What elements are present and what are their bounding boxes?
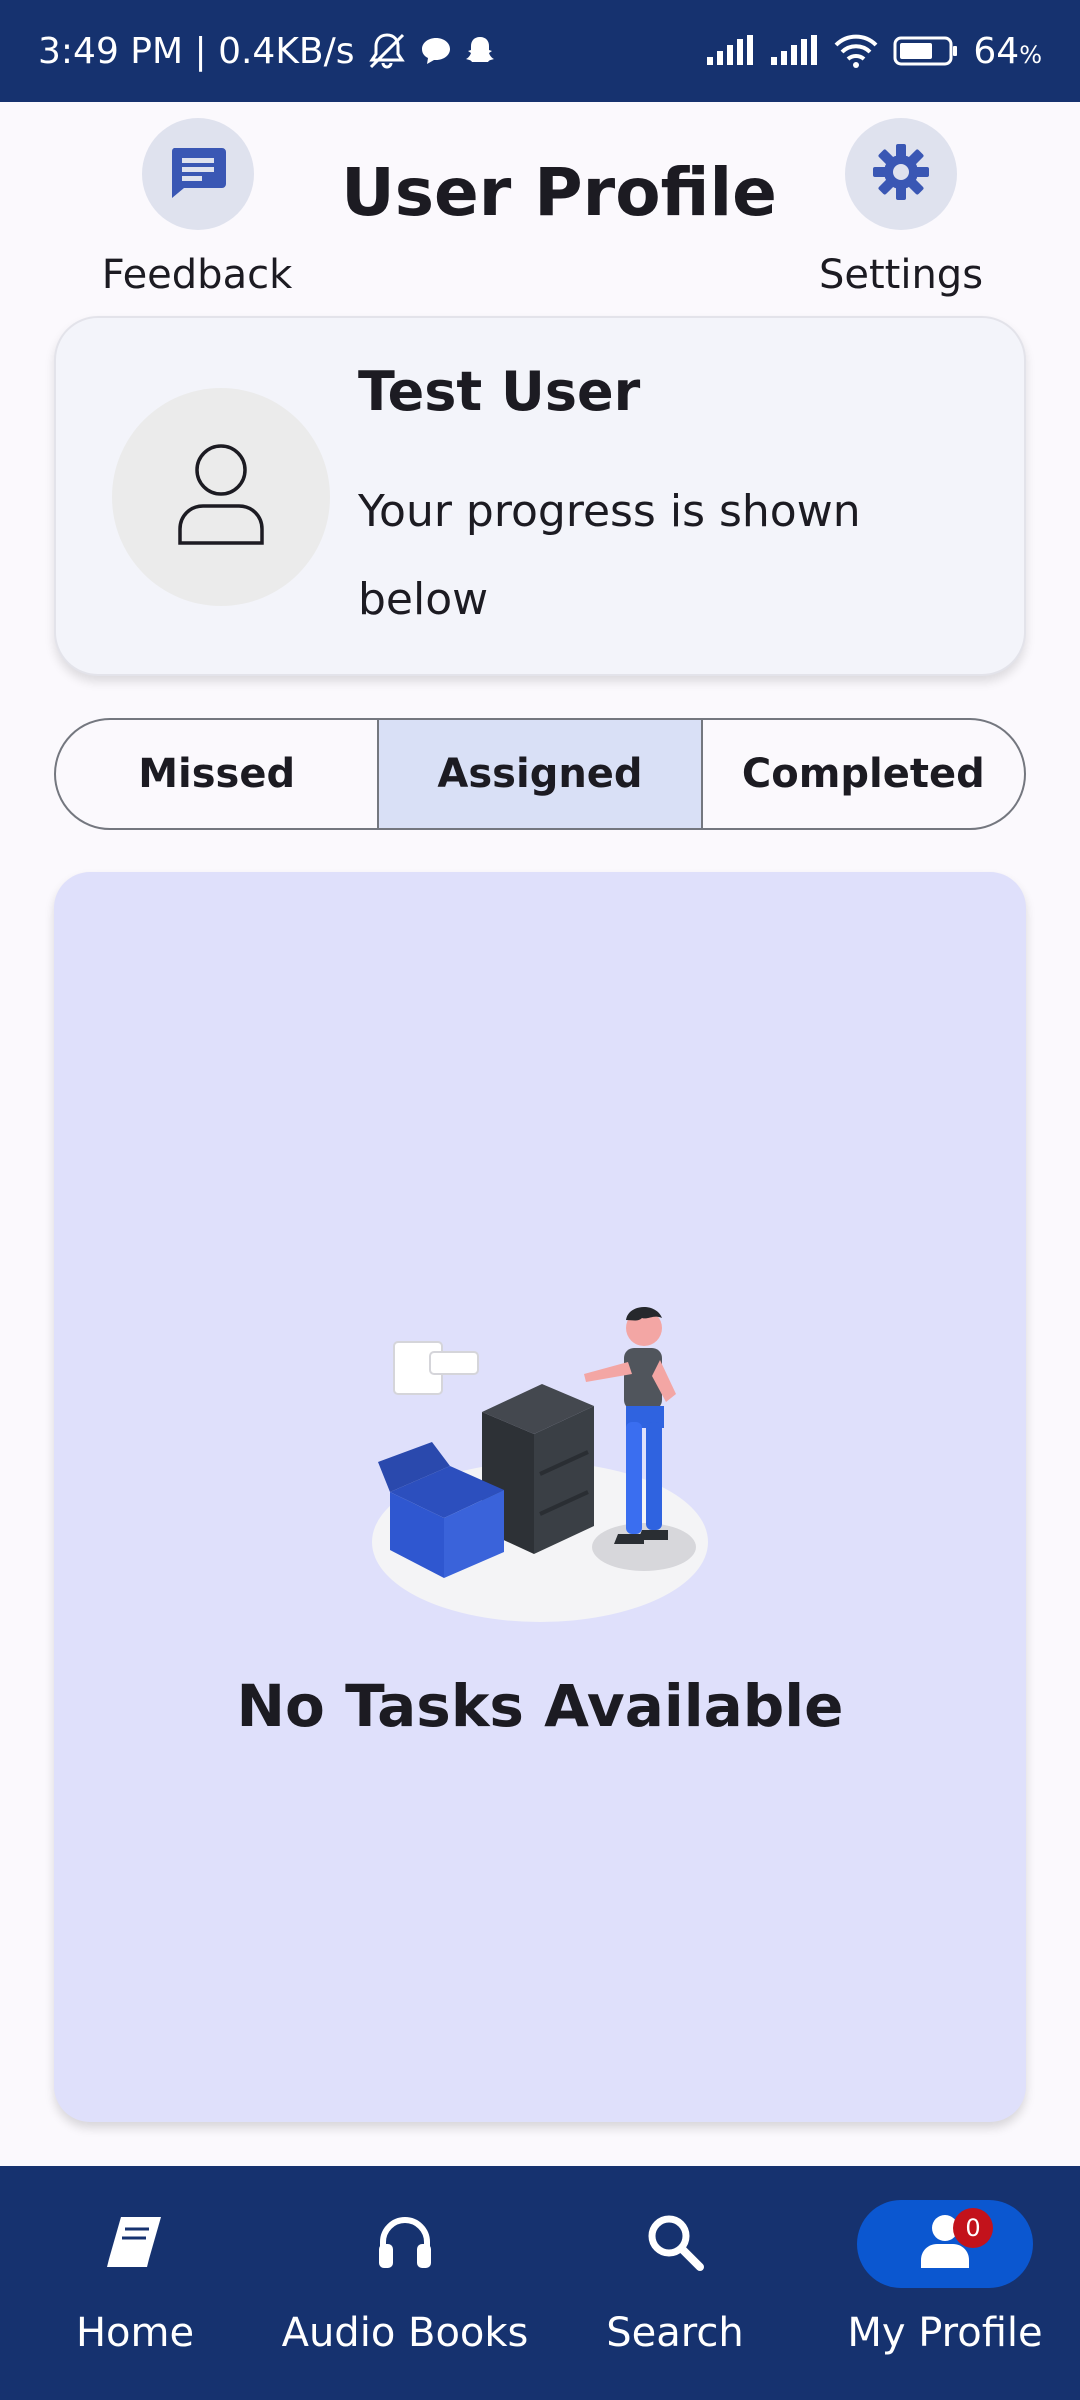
notification-badge: 0	[953, 2208, 993, 2248]
header: Feedback User Profile Settings	[0, 102, 1080, 312]
bottom-navigation: Home Audio Books Search 0 My Profile	[0, 2166, 1080, 2400]
settings-button[interactable]	[845, 118, 957, 230]
settings-label[interactable]: Settings	[771, 252, 1031, 298]
nav-audio-books-label[interactable]: Audio Books	[282, 2310, 529, 2356]
nav-search-icon-container[interactable]	[587, 2200, 763, 2288]
status-bar: 3:49 PM | 0.4KB/s 64%	[0, 0, 1080, 102]
status-time: 3:49 PM | 0.4KB/s	[38, 30, 355, 72]
nav-audio-books[interactable]: Audio Books	[270, 2166, 540, 2400]
nav-home-label[interactable]: Home	[76, 2310, 194, 2356]
battery-unit: %	[1019, 40, 1042, 69]
task-filter-tabs: Missed Assigned Completed	[54, 718, 1026, 830]
empty-state-illustration	[372, 1306, 708, 1622]
search-icon	[645, 2212, 705, 2276]
nav-my-profile-icon-container[interactable]: 0	[857, 2200, 1033, 2288]
tasks-panel: No Tasks Available	[54, 872, 1026, 2122]
progress-subtitle: Your progress is shown below	[358, 486, 861, 625]
status-left: 3:49 PM | 0.4KB/s	[38, 31, 497, 72]
user-outline-icon	[176, 443, 266, 551]
gear-icon	[871, 142, 931, 206]
nav-my-profile-label[interactable]: My Profile	[847, 2310, 1042, 2356]
nav-search-label[interactable]: Search	[606, 2310, 743, 2356]
wifi-icon	[833, 33, 879, 69]
battery-icon	[893, 34, 959, 68]
battery-level: 64%	[973, 31, 1042, 72]
signal-icon	[769, 35, 819, 67]
chat-bubble-icon	[419, 35, 453, 67]
profile-card: Test User Your progress is shown below	[54, 316, 1026, 676]
nav-home[interactable]: Home	[0, 2166, 270, 2400]
nav-my-profile[interactable]: 0 My Profile	[810, 2166, 1080, 2400]
nav-home-icon-container[interactable]	[47, 2200, 223, 2288]
empty-state-message: No Tasks Available	[236, 1672, 844, 1740]
nav-search[interactable]: Search	[540, 2166, 810, 2400]
avatar	[112, 388, 330, 606]
feedback-label[interactable]: Feedback	[67, 252, 327, 298]
tab-completed[interactable]: Completed	[700, 720, 1024, 828]
headphones-icon	[377, 2214, 433, 2274]
signal-icon	[705, 35, 755, 67]
tab-missed[interactable]: Missed	[56, 720, 377, 828]
battery-percent: 64	[973, 30, 1020, 72]
snapchat-icon	[463, 34, 497, 68]
user-name: Test User	[358, 360, 641, 423]
status-right: 64%	[705, 31, 1042, 72]
book-icon	[103, 2213, 167, 2275]
mute-bell-icon	[365, 31, 409, 71]
nav-audio-books-icon-container[interactable]	[317, 2200, 493, 2288]
tab-assigned[interactable]: Assigned	[377, 720, 701, 828]
